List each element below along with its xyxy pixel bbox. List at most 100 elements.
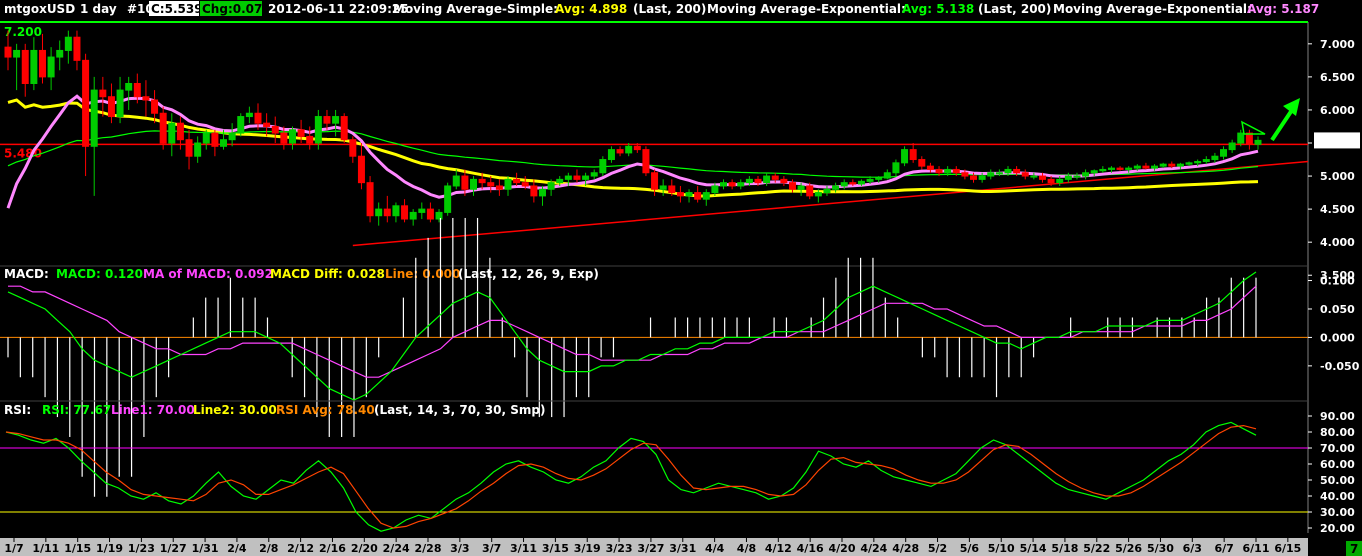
candle-body (788, 182, 796, 190)
candle-body (1004, 168, 1012, 174)
candle-body (1220, 149, 1228, 157)
candle-body (495, 185, 503, 190)
candle-body (901, 149, 909, 164)
macd-ytick-label: 0.000 (1320, 331, 1355, 344)
ema2-label: Moving Average-Exponential: (1053, 2, 1252, 16)
candle-body (176, 122, 184, 141)
candle-body (30, 49, 38, 84)
candle-body (987, 172, 995, 177)
candle-body (271, 125, 279, 134)
candle-body (616, 149, 624, 154)
candle-body (263, 122, 271, 127)
candle-body (1107, 167, 1115, 170)
candle-body (720, 182, 728, 187)
candle-body (1047, 178, 1055, 184)
candle-body (763, 175, 771, 184)
candle-body (651, 172, 659, 190)
candle-body (970, 175, 978, 180)
rsi-ytick-label: 60.00 (1320, 458, 1355, 471)
ema-label: Moving Average-Exponential: (707, 2, 906, 16)
candle-body (47, 56, 55, 78)
candle-body (392, 205, 400, 217)
x-tick-label: 1/27 (160, 542, 187, 555)
price-ytick-label: 6.000 (1320, 104, 1355, 117)
x-tick-label: 3/31 (669, 542, 696, 555)
x-tick-label: 3/27 (637, 542, 664, 555)
candle-body (314, 116, 322, 144)
candle-body (64, 36, 72, 51)
candle-body (375, 208, 383, 217)
candle-body (237, 116, 245, 134)
candle-body (668, 185, 676, 194)
candle-body (435, 211, 443, 220)
candle-body (1030, 175, 1038, 178)
candle-body (185, 139, 193, 157)
candle-body (737, 182, 745, 187)
candle-body (306, 135, 314, 144)
price-ytick-label: 6.500 (1320, 71, 1355, 84)
candle-body (151, 99, 159, 114)
candle-body (530, 185, 538, 197)
ema-avg: Avg: 5.138 (902, 2, 974, 16)
rsi-line2-value: Line2: 30.00 (193, 403, 277, 417)
candle-body (745, 178, 753, 184)
candle-body (383, 208, 391, 217)
candle-body (771, 175, 779, 180)
candle-body (538, 188, 546, 197)
candle-body (4, 46, 12, 58)
candle-body (133, 83, 141, 98)
candle-body (780, 178, 788, 184)
sma-params: (Last, 200) (633, 2, 706, 16)
candle-body (211, 132, 219, 147)
candle-body (590, 172, 598, 177)
candle-body (1056, 178, 1064, 184)
candle-body (323, 116, 331, 124)
candle-body (521, 182, 529, 187)
candle-body (659, 185, 667, 190)
macd-ytick-label: 0.050 (1320, 303, 1355, 316)
x-tick-label: 2/28 (415, 542, 442, 555)
price-ytick-label: 5.000 (1320, 170, 1355, 183)
x-tick-label: 2/20 (351, 542, 378, 555)
macd-ytick-label: 0.100 (1320, 275, 1355, 288)
x-tick-label: 2/4 (227, 542, 247, 555)
candle-body (1211, 155, 1219, 161)
candle-body (1228, 142, 1236, 151)
candle-body (823, 188, 831, 194)
candle-body (694, 192, 702, 200)
candle-body (995, 172, 1003, 175)
x-tick-label: 5/6 (960, 542, 980, 555)
candle-body (478, 178, 486, 184)
candle-body (409, 211, 417, 220)
x-tick-label: 2/12 (287, 542, 314, 555)
candle-body (556, 178, 564, 184)
macd-value: MACD: 0.120 (56, 267, 143, 281)
x-tick-label: 2/16 (319, 542, 346, 555)
x-tick-label: 6/7 (1214, 542, 1233, 555)
x-tick-label: 3/23 (606, 542, 633, 555)
rsi-line1-value: Line1: 70.00 (111, 403, 195, 417)
candle-body (38, 49, 46, 78)
rsi-ytick-label: 40.00 (1320, 490, 1355, 503)
x-tick-label: 3/11 (510, 542, 537, 555)
macd-ma-value: MA of MACD: 0.092 (143, 267, 273, 281)
x-tick-label: 1/7 (4, 542, 23, 555)
candle-body (461, 175, 469, 190)
candle-body (728, 182, 736, 187)
rsi-avg-value: RSI Avg: 78.40 (276, 403, 375, 417)
candle-body (245, 112, 253, 118)
candle-body (73, 36, 81, 61)
header-change: Chg:0.079 (202, 2, 271, 16)
x-tick-label: 5/10 (988, 542, 1015, 555)
candle-body (13, 49, 21, 58)
candle-body (1176, 163, 1184, 167)
x-tick-label: 1/11 (32, 542, 59, 555)
x-tick-label: 5/22 (1083, 542, 1110, 555)
candle-body (82, 59, 90, 147)
candle-body (944, 168, 952, 174)
candle-body (401, 205, 409, 220)
candle-body (21, 49, 29, 84)
rsi-title: RSI: (4, 403, 31, 417)
candle-body (926, 165, 934, 170)
x-tick-label: 5/26 (1115, 542, 1142, 555)
